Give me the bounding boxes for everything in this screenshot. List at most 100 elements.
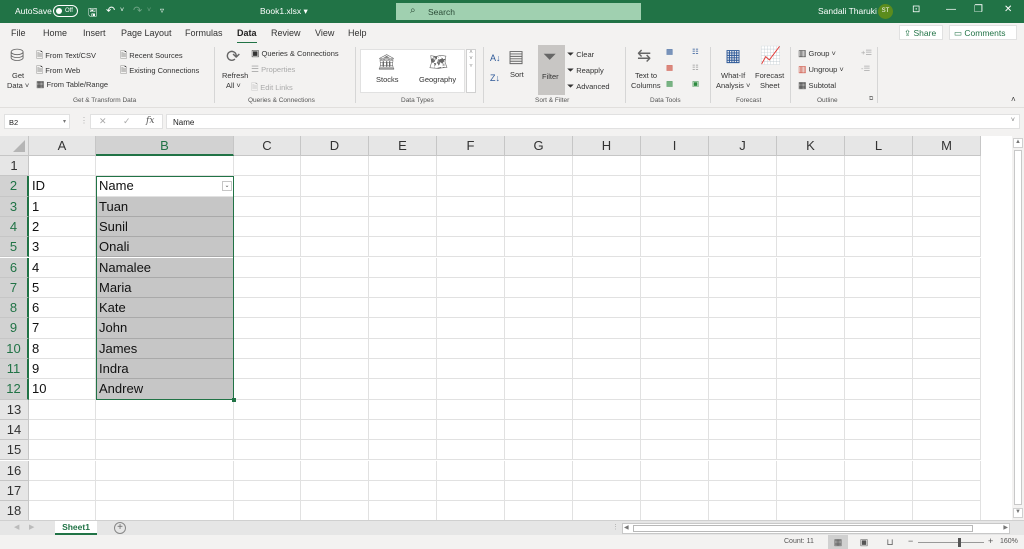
cell-f6[interactable] xyxy=(437,257,505,278)
cell-e12[interactable] xyxy=(369,379,437,400)
cell-l6[interactable] xyxy=(845,257,913,278)
cell-e18[interactable] xyxy=(369,501,437,520)
zoom-slider-knob[interactable] xyxy=(958,538,961,547)
cell-f4[interactable] xyxy=(437,216,505,238)
cell-d8[interactable] xyxy=(301,298,369,319)
cell-a15[interactable] xyxy=(29,440,96,461)
tab-review[interactable]: Review xyxy=(271,28,301,38)
cell-e5[interactable] xyxy=(369,237,437,258)
cell-f9[interactable] xyxy=(437,318,505,339)
cell-m5[interactable] xyxy=(913,237,981,258)
row-header-11[interactable]: 11 xyxy=(0,359,29,380)
cell-l17[interactable] xyxy=(845,480,913,502)
cell-e17[interactable] xyxy=(369,480,437,502)
cell-c14[interactable] xyxy=(234,419,301,441)
cell-g3[interactable] xyxy=(505,196,573,217)
cell-m9[interactable] xyxy=(913,318,981,339)
cell-k5[interactable] xyxy=(777,237,845,258)
row-header-16[interactable]: 16 xyxy=(0,460,29,481)
tab-formulas[interactable]: Formulas xyxy=(185,28,223,38)
cell-l2[interactable] xyxy=(845,176,913,197)
cell-c10[interactable] xyxy=(234,338,301,359)
tab-page-layout[interactable]: Page Layout xyxy=(121,28,172,38)
row-header-18[interactable]: 18 xyxy=(0,501,29,520)
cell-e9[interactable] xyxy=(369,318,437,339)
cell-c11[interactable] xyxy=(234,359,301,380)
queries-connections-button[interactable]: ▣ Queries & Connections xyxy=(251,48,339,59)
splitter-icon[interactable]: ⋮ xyxy=(612,523,619,531)
cell-h9[interactable] xyxy=(573,318,641,339)
next-sheet-icon[interactable]: ▶ xyxy=(29,523,34,531)
cell-b8[interactable]: Kate xyxy=(96,298,234,319)
cell-l14[interactable] xyxy=(845,419,913,441)
cell-l1[interactable] xyxy=(845,156,913,177)
cell-k7[interactable] xyxy=(777,277,845,299)
cell-d4[interactable] xyxy=(301,216,369,238)
cell-a18[interactable] xyxy=(29,501,96,520)
cell-b15[interactable] xyxy=(96,440,234,461)
cell-b7[interactable]: Maria xyxy=(96,277,234,299)
cell-g17[interactable] xyxy=(505,480,573,502)
expand-formula-icon[interactable]: ˅ xyxy=(1011,117,1015,124)
cell-j7[interactable] xyxy=(709,277,777,299)
cell-h11[interactable] xyxy=(573,359,641,380)
cell-l13[interactable] xyxy=(845,399,913,420)
advanced-filter-button[interactable]: ⏷ Advanced xyxy=(567,81,610,92)
cell-j3[interactable] xyxy=(709,196,777,217)
cell-j16[interactable] xyxy=(709,460,777,481)
cell-c12[interactable] xyxy=(234,379,301,400)
scroll-right-icon[interactable]: ▶ xyxy=(1003,524,1008,531)
cell-m6[interactable] xyxy=(913,257,981,278)
cell-f1[interactable] xyxy=(437,156,505,177)
cell-h10[interactable] xyxy=(573,338,641,359)
cell-k9[interactable] xyxy=(777,318,845,339)
cell-g15[interactable] xyxy=(505,440,573,461)
cell-e1[interactable] xyxy=(369,156,437,177)
cell-m10[interactable] xyxy=(913,338,981,359)
row-header-13[interactable]: 13 xyxy=(0,399,29,420)
what-if-label-2[interactable]: Analysis ˅ xyxy=(716,81,750,90)
cell-k14[interactable] xyxy=(777,419,845,441)
cell-a5[interactable]: 3 xyxy=(29,237,96,258)
cell-e6[interactable] xyxy=(369,257,437,278)
comments-button[interactable]: ▭ Comments xyxy=(949,25,1017,40)
tab-data[interactable]: Data xyxy=(237,28,257,44)
name-box[interactable]: B2 ▾ xyxy=(4,114,70,129)
insert-function-icon[interactable]: fx xyxy=(146,116,154,126)
cell-j14[interactable] xyxy=(709,419,777,441)
cell-g1[interactable] xyxy=(505,156,573,177)
cell-i4[interactable] xyxy=(641,216,709,238)
cell-j4[interactable] xyxy=(709,216,777,238)
sort-z-to-a-icon[interactable]: Z↓ xyxy=(490,73,500,83)
get-data-label-1[interactable]: Get xyxy=(12,71,24,80)
formula-input[interactable]: Name ˅ xyxy=(166,114,1020,129)
horizontal-scrollbar[interactable]: ◀ ▶ xyxy=(622,523,1010,534)
cell-g4[interactable] xyxy=(505,216,573,238)
cell-i3[interactable] xyxy=(641,196,709,217)
cell-b11[interactable]: Indra xyxy=(96,359,234,380)
cell-g6[interactable] xyxy=(505,257,573,278)
cell-d10[interactable] xyxy=(301,338,369,359)
cell-d15[interactable] xyxy=(301,440,369,461)
cell-e7[interactable] xyxy=(369,277,437,299)
customize-qat-icon[interactable]: ▿ xyxy=(160,6,164,15)
cell-d6[interactable] xyxy=(301,257,369,278)
row-header-9[interactable]: 9 xyxy=(0,318,29,339)
cell-m4[interactable] xyxy=(913,216,981,238)
reapply-button[interactable]: ⏷ Reapply xyxy=(567,65,604,76)
page-layout-view-icon[interactable]: ▣ xyxy=(854,535,874,549)
cell-a17[interactable] xyxy=(29,480,96,502)
cell-b2[interactable]: Name xyxy=(96,176,234,197)
zoom-in-icon[interactable]: + xyxy=(988,536,993,546)
scroll-up-icon[interactable]: ▲ xyxy=(1013,138,1023,148)
cell-a16[interactable] xyxy=(29,460,96,481)
data-types-scroll[interactable]: ˄ ˅ ▿ xyxy=(466,49,476,93)
cell-i5[interactable] xyxy=(641,237,709,258)
cell-h18[interactable] xyxy=(573,501,641,520)
cell-b6[interactable]: Namalee xyxy=(96,257,234,278)
geography-button[interactable]: Geography xyxy=(419,75,456,84)
cell-h13[interactable] xyxy=(573,399,641,420)
cell-h17[interactable] xyxy=(573,480,641,502)
cell-c8[interactable] xyxy=(234,298,301,319)
cell-a8[interactable]: 6 xyxy=(29,298,96,319)
